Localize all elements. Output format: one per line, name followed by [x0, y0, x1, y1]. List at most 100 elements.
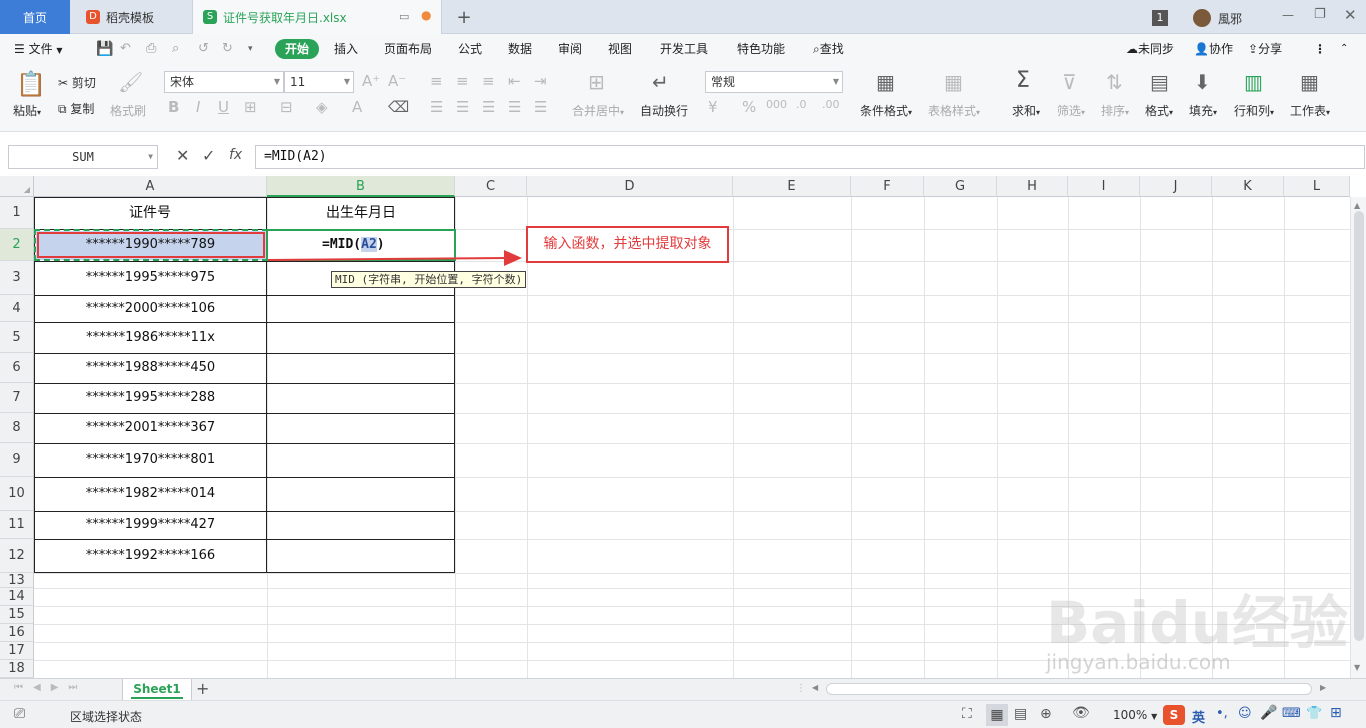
row-header-16[interactable]: 16 [0, 624, 34, 642]
column-header-l[interactable]: L [1284, 176, 1350, 197]
horizontal-scroll-thumb[interactable] [826, 683, 1312, 695]
eye-protection-icon[interactable]: 👁 [1072, 705, 1090, 721]
punctuation-icon[interactable]: •, [1216, 706, 1228, 721]
sort-icon[interactable]: ⇅ [1106, 70, 1123, 94]
preview-icon[interactable]: ⌕ [172, 34, 179, 64]
microphone-icon[interactable]: 🎤 [1260, 705, 1277, 721]
tab-file[interactable]: S 证件号获取年月日.xlsx ▭ ● [192, 0, 442, 34]
tab-template[interactable]: D 稻壳模板 [72, 0, 190, 34]
id-cell-a2[interactable]: ******1990*****789 [34, 229, 267, 261]
copy-button[interactable]: ⧉ 复制 [58, 100, 94, 117]
row-header-2[interactable]: 2 [0, 229, 34, 261]
menu-view[interactable]: 视图 [608, 34, 632, 64]
row-header-15[interactable]: 15 [0, 606, 34, 624]
row-header-9[interactable]: 9 [0, 443, 34, 477]
scroll-left-icon[interactable]: ◀ [812, 683, 818, 692]
align-center-icon[interactable]: ☰ [456, 98, 469, 116]
scroll-right-icon[interactable]: ▶ [1320, 683, 1326, 692]
worksheet-icon[interactable]: ▦ [1300, 70, 1319, 94]
column-header-i[interactable]: I [1068, 176, 1140, 197]
filter-button[interactable]: 筛选▾ [1057, 102, 1085, 119]
paste-icon[interactable]: 📋 [16, 70, 46, 98]
currency-icon[interactable]: ¥ [708, 98, 718, 116]
sheet-nav-icon[interactable]: ⏮◀▶⏭ [14, 682, 87, 693]
page-layout-view-icon[interactable]: ▤ [1014, 706, 1027, 722]
indent-increase-icon[interactable]: ⇥ [534, 72, 547, 90]
scroll-down-icon[interactable]: ▼ [1354, 663, 1360, 672]
scroll-up-icon[interactable]: ▲ [1354, 201, 1360, 210]
column-header-g[interactable]: G [924, 176, 997, 197]
undo-history-icon[interactable]: ↶ [120, 34, 131, 64]
emoji-icon[interactable]: ☺ [1238, 706, 1252, 721]
row-header-4[interactable]: 4 [0, 295, 34, 322]
table-style-icon[interactable]: ▦ [944, 70, 963, 94]
select-all-corner[interactable]: ◢ [0, 176, 34, 197]
id-cell-a4[interactable]: ******2000*****106 [34, 295, 267, 322]
header-cell-birthdate[interactable]: 出生年月日 [267, 197, 455, 229]
row-header-8[interactable]: 8 [0, 413, 34, 443]
percent-icon[interactable]: % [742, 98, 756, 116]
conditional-format-icon[interactable]: ▦ [876, 70, 895, 94]
column-header-h[interactable]: H [997, 176, 1068, 197]
row-col-icon[interactable]: ▥ [1244, 70, 1263, 94]
fill-icon[interactable]: ⬇ [1194, 70, 1211, 94]
keyboard-icon[interactable]: ⌨ [1282, 706, 1301, 721]
align-left-icon[interactable]: ☰ [430, 98, 443, 116]
menu-features[interactable]: 特色功能 [737, 34, 785, 64]
new-tab-button[interactable]: + [452, 0, 476, 34]
font-color-icon[interactable]: A [352, 98, 362, 116]
row-header-18[interactable]: 18 [0, 660, 34, 678]
cancel-icon[interactable]: ✕ [176, 146, 189, 165]
id-cell-a8[interactable]: ******2001*****367 [34, 413, 267, 443]
ime-language[interactable]: 英 [1192, 707, 1205, 726]
conditional-format-button[interactable]: 条件格式▾ [860, 102, 912, 119]
avatar[interactable] [1193, 9, 1211, 27]
column-header-e[interactable]: E [733, 176, 851, 197]
number-format-select[interactable]: 常规 ▼ [705, 71, 843, 93]
bold-icon[interactable]: B [168, 98, 179, 116]
row-header-6[interactable]: 6 [0, 353, 34, 383]
font-shrink-icon[interactable]: A⁻ [388, 72, 406, 90]
menu-review[interactable]: 审阅 [558, 34, 582, 64]
window-count-badge[interactable]: 1 [1152, 10, 1168, 26]
redo-icon[interactable]: ↻ [222, 34, 233, 64]
collapse-ribbon-icon[interactable]: ⌃ [1340, 34, 1348, 64]
menu-developer[interactable]: 开发工具 [660, 34, 708, 64]
align-top-icon[interactable]: ≡ [430, 72, 443, 90]
row-header-3[interactable]: 3 [0, 261, 34, 295]
fullscreen-icon[interactable]: ⛶ [962, 706, 972, 722]
row-header-11[interactable]: 11 [0, 511, 34, 539]
wrap-text-icon[interactable]: ↵ [652, 70, 669, 94]
formula-input[interactable]: =MID(A2) [255, 145, 1365, 169]
sum-button[interactable]: 求和▾ [1012, 102, 1040, 119]
column-header-j[interactable]: J [1140, 176, 1212, 197]
paste-button[interactable]: 粘贴▾ [13, 102, 41, 119]
skin-icon[interactable]: 👕 [1306, 706, 1322, 721]
monitor-icon[interactable]: ▭ [399, 10, 409, 23]
row-col-button[interactable]: 行和列▾ [1234, 102, 1274, 119]
column-header-c[interactable]: C [455, 176, 527, 197]
column-header-b[interactable]: B [267, 176, 455, 197]
decrease-decimal-icon[interactable]: .00 [822, 98, 840, 111]
format-painter-label[interactable]: 格式刷 [110, 102, 146, 119]
italic-icon[interactable]: I [196, 98, 200, 116]
column-header-k[interactable]: K [1212, 176, 1284, 197]
merge-center-button[interactable]: 合并居中▾ [572, 102, 624, 119]
macro-icon[interactable]: ⎚ [14, 706, 25, 722]
font-name-select[interactable]: 宋体 ▼ [164, 71, 284, 93]
wrap-text-button[interactable]: 自动换行 [640, 102, 688, 119]
filter-icon[interactable]: ⊽ [1062, 70, 1077, 94]
column-header-f[interactable]: F [851, 176, 924, 197]
toolbox-icon[interactable]: ⊞ [1330, 705, 1342, 721]
cut-button[interactable]: ✂ 剪切 [58, 74, 96, 91]
id-cell-a9[interactable]: ******1970*****801 [34, 443, 267, 477]
row-header-5[interactable]: 5 [0, 322, 34, 353]
format-painter-icon[interactable]: 🖌 [118, 70, 143, 94]
id-cell-a5[interactable]: ******1986*****11x [34, 322, 267, 353]
id-cell-a6[interactable]: ******1988*****450 [34, 353, 267, 383]
minimize-icon[interactable]: — [1282, 8, 1294, 22]
underline-icon[interactable]: U [218, 98, 229, 116]
fill-button[interactable]: 填充▾ [1189, 102, 1217, 119]
tab-home[interactable]: 首页 [0, 0, 70, 34]
menu-start[interactable]: 开始 [275, 39, 320, 59]
